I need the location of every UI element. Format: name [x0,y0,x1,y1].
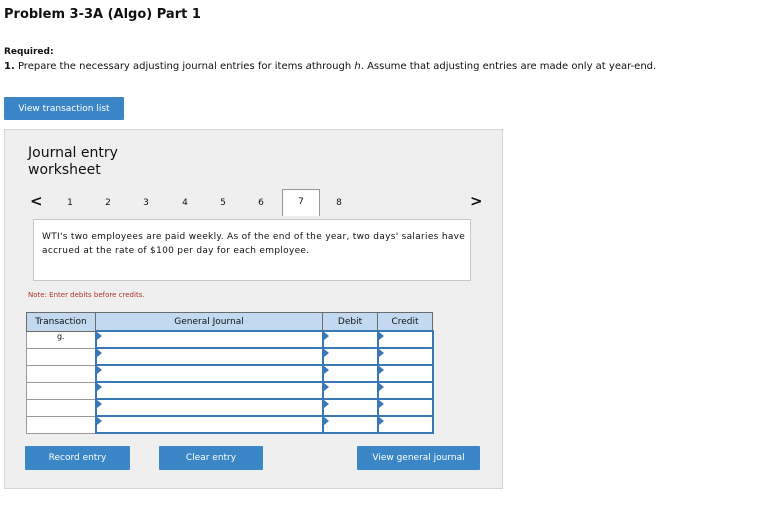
account-input[interactable] [94,330,324,349]
worksheet-title-line1: Journal entry [28,145,118,161]
col-general-journal: General Journal [95,312,323,332]
table-row [26,364,434,383]
journal-header-row: Transaction General Journal Debit Credit [26,312,433,332]
tab-8[interactable]: 8 [329,198,349,208]
dropdown-flag-icon [96,400,102,408]
dropdown-flag-icon [96,417,102,425]
dropdown-flag-icon [378,400,384,408]
page-title: Problem 3-3A (Algo) Part 1 [4,7,201,22]
col-credit: Credit [377,312,433,332]
credit-input[interactable] [376,364,434,383]
note-text: Note: Enter debits before credits. [28,291,145,299]
worksheet-title-line2: worksheet [28,162,101,178]
worksheet-panel: Journal entry worksheet < > 1 2 3 4 5 6 … [4,129,503,489]
required-label: Required: [4,47,54,57]
chevron-right-icon[interactable]: > [470,192,483,210]
dropdown-flag-icon [378,366,384,374]
debit-input[interactable] [321,381,379,400]
tab-1[interactable]: 1 [60,198,80,208]
tab-4[interactable]: 4 [175,198,195,208]
account-input[interactable] [94,398,324,417]
credit-input[interactable] [376,330,434,349]
dropdown-flag-icon [378,417,384,425]
account-input[interactable] [94,347,324,366]
table-row: g. [26,330,434,349]
col-debit: Debit [322,312,378,332]
dropdown-flag-icon [323,400,329,408]
transaction-cell [26,381,96,400]
instruction-post: . Assume that adjusting entries are made… [360,61,657,72]
table-row [26,347,434,366]
instruction-number: 1. [4,61,15,72]
tab-2[interactable]: 2 [98,198,118,208]
dropdown-flag-icon [323,383,329,391]
account-input[interactable] [94,364,324,383]
table-row [26,415,434,434]
dropdown-flag-icon [378,383,384,391]
transaction-cell: g. [26,330,96,349]
transaction-cell [26,398,96,417]
dropdown-flag-icon [96,383,102,391]
credit-input[interactable] [376,381,434,400]
debit-input[interactable] [321,347,379,366]
tab-6[interactable]: 6 [251,198,271,208]
dropdown-flag-icon [96,349,102,357]
instruction-mid: through [311,61,355,72]
instruction-text: 1. Prepare the necessary adjusting journ… [4,61,656,72]
tab-3[interactable]: 3 [136,198,156,208]
record-entry-button[interactable]: Record entry [25,446,130,470]
account-input[interactable] [94,415,324,434]
dropdown-flag-icon [323,417,329,425]
transaction-cell [26,347,96,366]
credit-input[interactable] [376,398,434,417]
credit-input[interactable] [376,415,434,434]
dropdown-flag-icon [96,366,102,374]
dropdown-flag-icon [378,349,384,357]
view-general-journal-button[interactable]: View general journal [357,446,480,470]
credit-input[interactable] [376,347,434,366]
tab-7-active[interactable]: 7 [282,189,320,216]
debit-input[interactable] [321,415,379,434]
journal-table: Transaction General Journal Debit Credit… [26,312,434,434]
dropdown-flag-icon [96,332,102,340]
col-transaction: Transaction [26,312,96,332]
instruction-pre: Prepare the necessary adjusting journal … [14,61,306,72]
dropdown-flag-icon [378,332,384,340]
tab-5[interactable]: 5 [213,198,233,208]
chevron-left-icon[interactable]: < [30,192,43,210]
dropdown-flag-icon [323,332,329,340]
dropdown-flag-icon [323,366,329,374]
table-row [26,398,434,417]
transaction-description: WTI's two employees are paid weekly. As … [33,219,471,281]
account-input[interactable] [94,381,324,400]
debit-input[interactable] [321,364,379,383]
view-transaction-list-button[interactable]: View transaction list [4,97,124,120]
dropdown-flag-icon [323,349,329,357]
debit-input[interactable] [321,330,379,349]
worksheet-title: Journal entry worksheet [28,145,118,179]
transaction-cell [26,364,96,383]
debit-input[interactable] [321,398,379,417]
table-row [26,381,434,400]
clear-entry-button[interactable]: Clear entry [159,446,263,470]
transaction-cell [26,415,96,434]
